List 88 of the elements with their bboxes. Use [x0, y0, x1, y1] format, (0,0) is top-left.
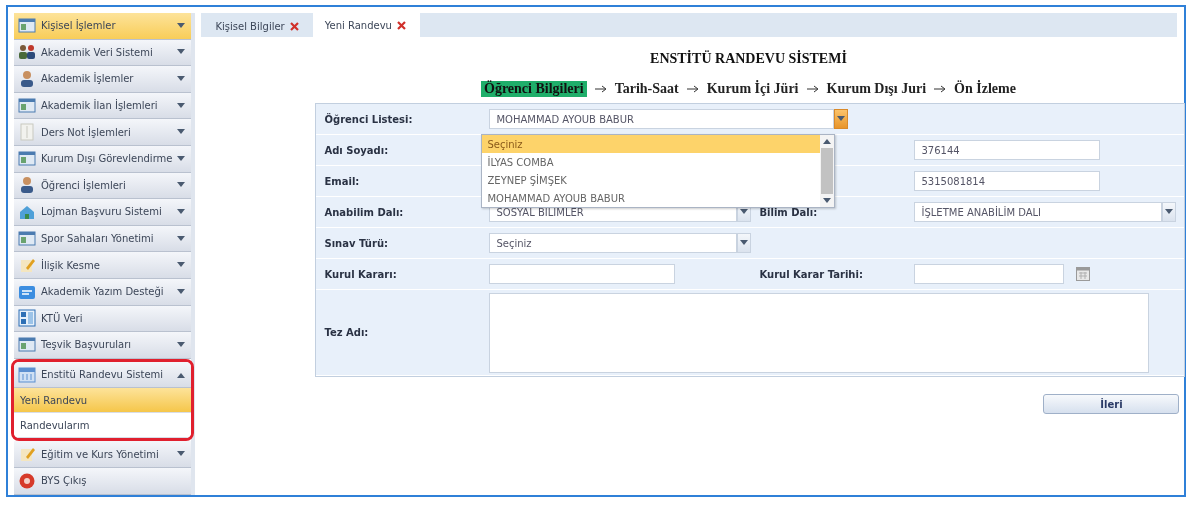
- person-icon: [18, 70, 36, 88]
- sidebar-item[interactable]: Akademik Yazım Desteği: [14, 278, 192, 306]
- wizard-step: Kurum Dışı Juri: [826, 81, 927, 97]
- page-title: ENSTİTÜ RANDEVU SİSTEMİ: [649, 51, 848, 67]
- text-field[interactable]: 5315081814: [914, 171, 1101, 191]
- sidebar-item[interactable]: Akademik İlan İşlemleri: [14, 92, 192, 120]
- sidebar-item[interactable]: Enstitü Randevu Sistemi: [14, 361, 192, 389]
- dropdown-button[interactable]: [834, 109, 849, 129]
- wizard-step: Öğrenci Bilgileri: [481, 81, 587, 97]
- text-field[interactable]: [489, 264, 676, 284]
- chevron-icon: [177, 49, 186, 56]
- field-label: Sınav Türü:: [324, 237, 388, 249]
- sidebar-item[interactable]: BYS Çıkış: [14, 467, 192, 495]
- close-icon[interactable]: [396, 20, 406, 30]
- field-label: Anabilim Dalı:: [324, 206, 404, 218]
- tab[interactable]: Yeni Randevu: [312, 13, 420, 37]
- scroll-down-icon: [823, 198, 832, 204]
- chevron-icon: [177, 129, 186, 136]
- wizard-step: Ön İzleme: [954, 81, 1016, 97]
- sidebar-item[interactable]: Öğrenci İşlemleri: [14, 172, 192, 200]
- power-icon: [18, 471, 36, 490]
- sidebar-item[interactable]: Spor Sahaları Yönetimi: [14, 225, 192, 253]
- field-label: Kurul Kararı:: [324, 268, 397, 280]
- arrow-icon: [934, 85, 947, 93]
- chevron-icon: [177, 102, 186, 109]
- sidebar-item[interactable]: Lojman Başvuru Sistemi: [14, 199, 192, 226]
- chevron-icon: [177, 451, 186, 458]
- field-label: Bilim Dalı:: [759, 206, 818, 218]
- chevron-icon: [177, 208, 186, 215]
- sidebar-item[interactable]: Ders Not İşlemleri: [14, 119, 192, 146]
- field-label: Öğrenci Listesi:: [324, 113, 413, 125]
- calendar-icon: [18, 365, 36, 384]
- arrow-icon: [686, 85, 699, 93]
- pen-icon: [18, 256, 36, 275]
- chevron-icon: [177, 155, 186, 162]
- sidebar-item[interactable]: Eğitim ve Kurs Yönetimi: [14, 441, 192, 468]
- person-icon: [18, 176, 36, 195]
- text-field[interactable]: 376144: [914, 140, 1101, 160]
- dropdown-option[interactable]: İLYAS COMBA: [482, 153, 821, 171]
- scroll-up-icon: [823, 138, 832, 144]
- sidebar-item[interactable]: KTÜ Veri: [14, 305, 192, 333]
- chevron-icon: [177, 182, 186, 189]
- sidebar-subitem[interactable]: Yeni Randevu: [14, 388, 192, 414]
- grid-icon: [18, 309, 36, 328]
- scrollbar[interactable]: [820, 135, 835, 207]
- window-icon: [18, 229, 36, 248]
- field-label: Email:: [324, 175, 360, 187]
- chevron-icon: [177, 371, 186, 378]
- dropdown-option[interactable]: ZEYNEP ŞİMŞEK: [482, 171, 821, 189]
- field-label: Adı Soyadı:: [324, 144, 389, 156]
- sidebar-item[interactable]: İlişik Kesme: [14, 252, 192, 279]
- doc-icon: [18, 123, 36, 142]
- combo-field[interactable]: MOHAMMAD AYOUB BABUR: [489, 109, 835, 129]
- combo-field[interactable]: İŞLETME ANABİLİM DALI: [914, 202, 1163, 222]
- window-icon: [18, 16, 36, 35]
- sidebar-item[interactable]: Akademik Veri Sistemi: [14, 39, 192, 67]
- chevron-icon: [177, 235, 186, 242]
- field-label: Tez Adı:: [324, 327, 369, 338]
- chevron-icon: [177, 76, 186, 82]
- field-label: Kurul Karar Tarihi:: [759, 268, 863, 280]
- next-button[interactable]: İleri: [1043, 394, 1180, 414]
- people-icon: [18, 43, 36, 62]
- combo-field[interactable]: Seçiniz: [489, 233, 738, 253]
- caret-icon: [837, 116, 846, 122]
- caret-icon: [1165, 209, 1174, 215]
- sidebar-item[interactable]: Kurum Dışı Görevlendirme: [14, 145, 192, 173]
- chevron-icon: [177, 288, 186, 295]
- sidebar-item[interactable]: Akademik İşlemler: [14, 66, 192, 93]
- window-icon: [18, 335, 36, 354]
- pen-icon: [18, 445, 36, 464]
- tab[interactable]: Kişisel Bilgiler: [203, 15, 313, 37]
- sidebar-item[interactable]: Teşvik Başvuruları: [14, 332, 192, 359]
- chevron-icon: [177, 341, 186, 348]
- window-icon: [18, 149, 36, 168]
- close-icon[interactable]: [289, 21, 299, 31]
- sidebar-item[interactable]: Kişisel İşlemler: [14, 13, 192, 40]
- window-icon: [18, 96, 36, 115]
- caret-icon: [740, 240, 749, 246]
- date-field[interactable]: [914, 264, 1065, 284]
- arrow-icon: [594, 85, 607, 93]
- dropdown-option[interactable]: Seçiniz: [482, 135, 821, 153]
- dropdown-button[interactable]: [737, 233, 752, 253]
- wizard-step: Kurum İçi Jüri: [706, 81, 799, 97]
- wizard-step: Tarih-Saat: [614, 81, 679, 97]
- dropdown-button[interactable]: [1162, 202, 1177, 222]
- arrow-icon: [806, 85, 819, 93]
- chevron-icon: [177, 22, 186, 29]
- chevron-icon: [177, 262, 186, 269]
